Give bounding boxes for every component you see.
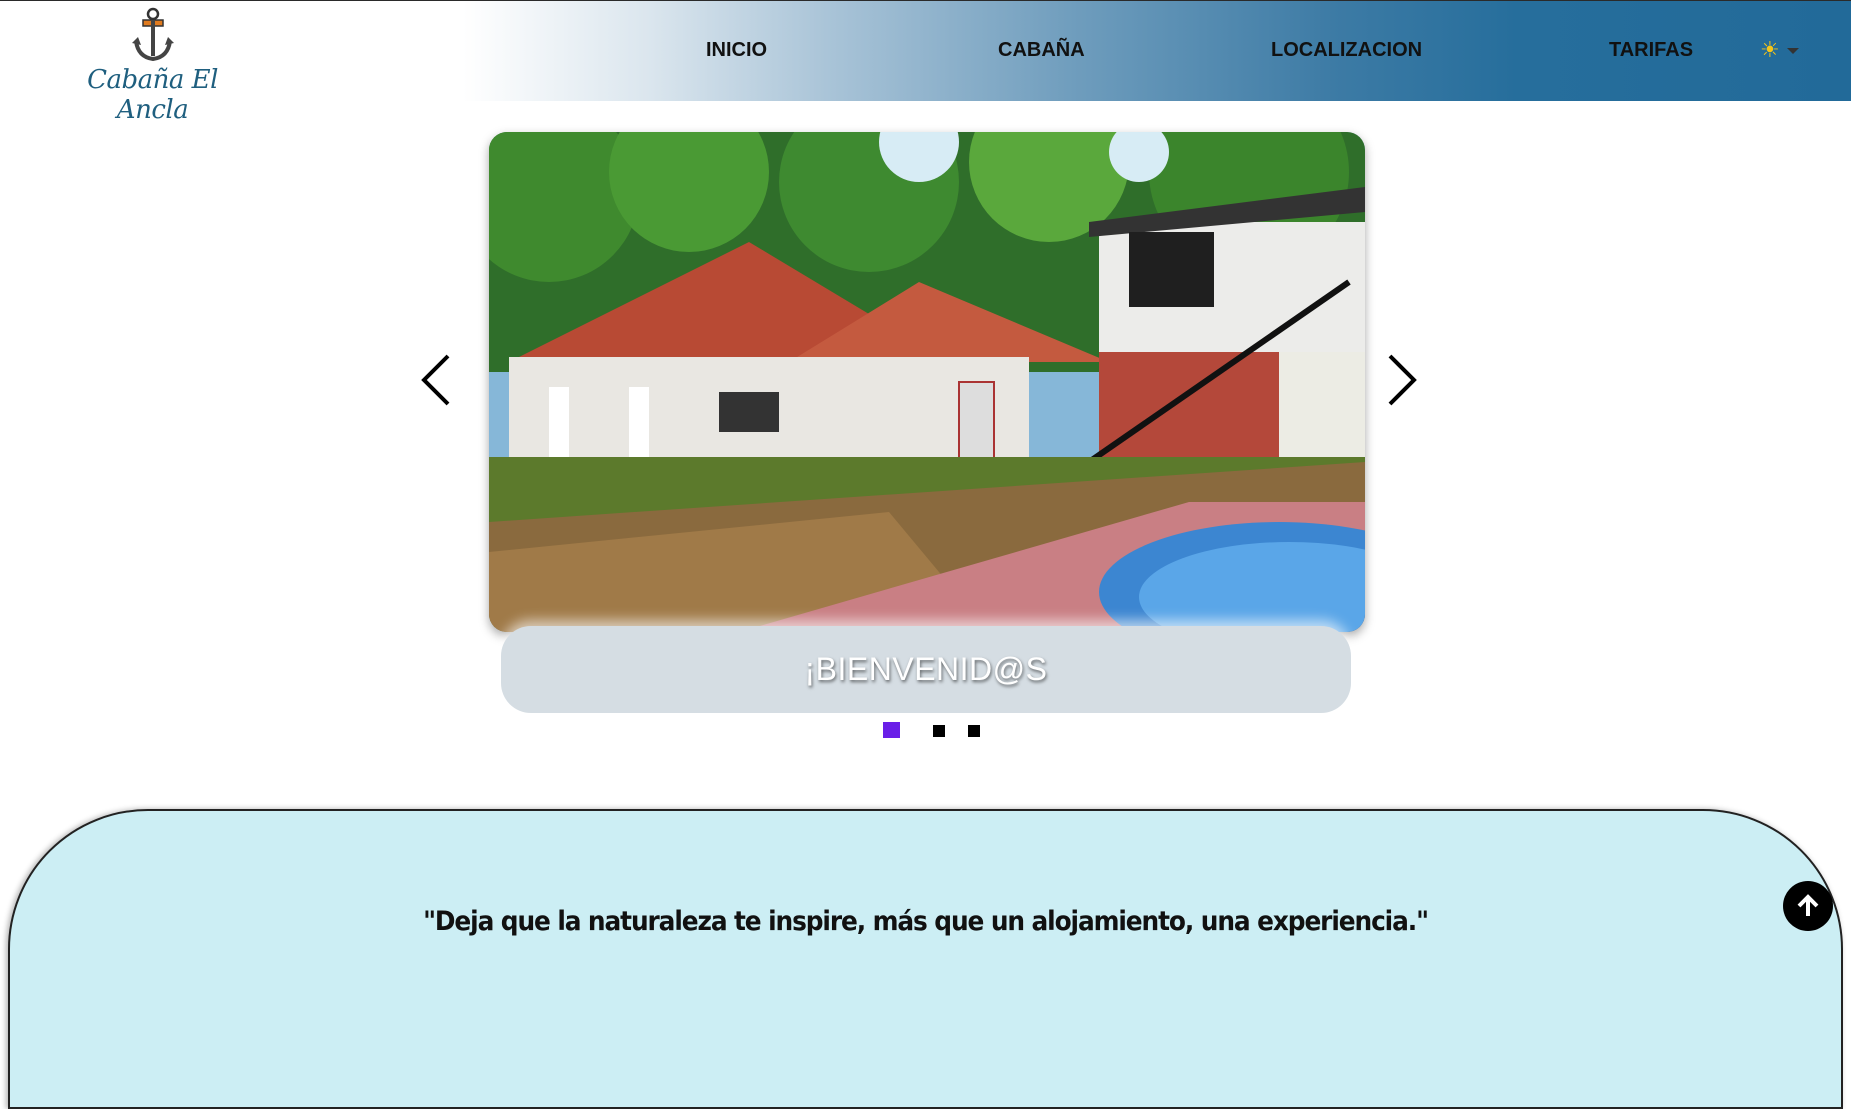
- theme-toggle[interactable]: ☀: [1760, 39, 1804, 63]
- chevron-left-icon: [421, 354, 450, 406]
- arrow-up-icon: [1797, 894, 1819, 916]
- carousel-slide-image: [489, 132, 1365, 632]
- nav-cabana[interactable]: CABAÑA: [998, 39, 1085, 62]
- quote-text: "Deja que la naturaleza te inspire, más …: [423, 906, 1429, 937]
- site-header: Cabaña El Ancla INICIO CABAÑA LOCALIZACI…: [0, 0, 1851, 125]
- carousel-caption: ¡BIENVENID@S: [501, 626, 1351, 713]
- logo[interactable]: Cabaña El Ancla: [70, 7, 235, 125]
- nav-localizacion[interactable]: LOCALIZACION: [1271, 39, 1422, 62]
- carousel-prev-button[interactable]: [418, 350, 458, 410]
- nav-tarifas[interactable]: TARIFAS: [1609, 39, 1693, 62]
- carousel-indicator-3[interactable]: [968, 725, 980, 737]
- carousel-indicator-2[interactable]: [933, 725, 945, 737]
- sun-icon: ☀: [1760, 37, 1780, 62]
- carousel-caption-text: ¡BIENVENID@S: [804, 651, 1048, 687]
- carousel-indicator-1[interactable]: [883, 722, 900, 738]
- nav-inicio[interactable]: INICIO: [706, 39, 767, 62]
- scroll-to-top-button[interactable]: [1783, 881, 1833, 931]
- quote-section: [8, 809, 1843, 1109]
- chevron-right-icon: [1388, 354, 1417, 406]
- carousel-next-button[interactable]: [1380, 350, 1420, 410]
- logo-text: Cabaña El Ancla: [87, 65, 218, 125]
- cabin-photo: [489, 132, 1365, 632]
- anchor-icon: [132, 7, 174, 62]
- chevron-down-icon: [1787, 48, 1799, 54]
